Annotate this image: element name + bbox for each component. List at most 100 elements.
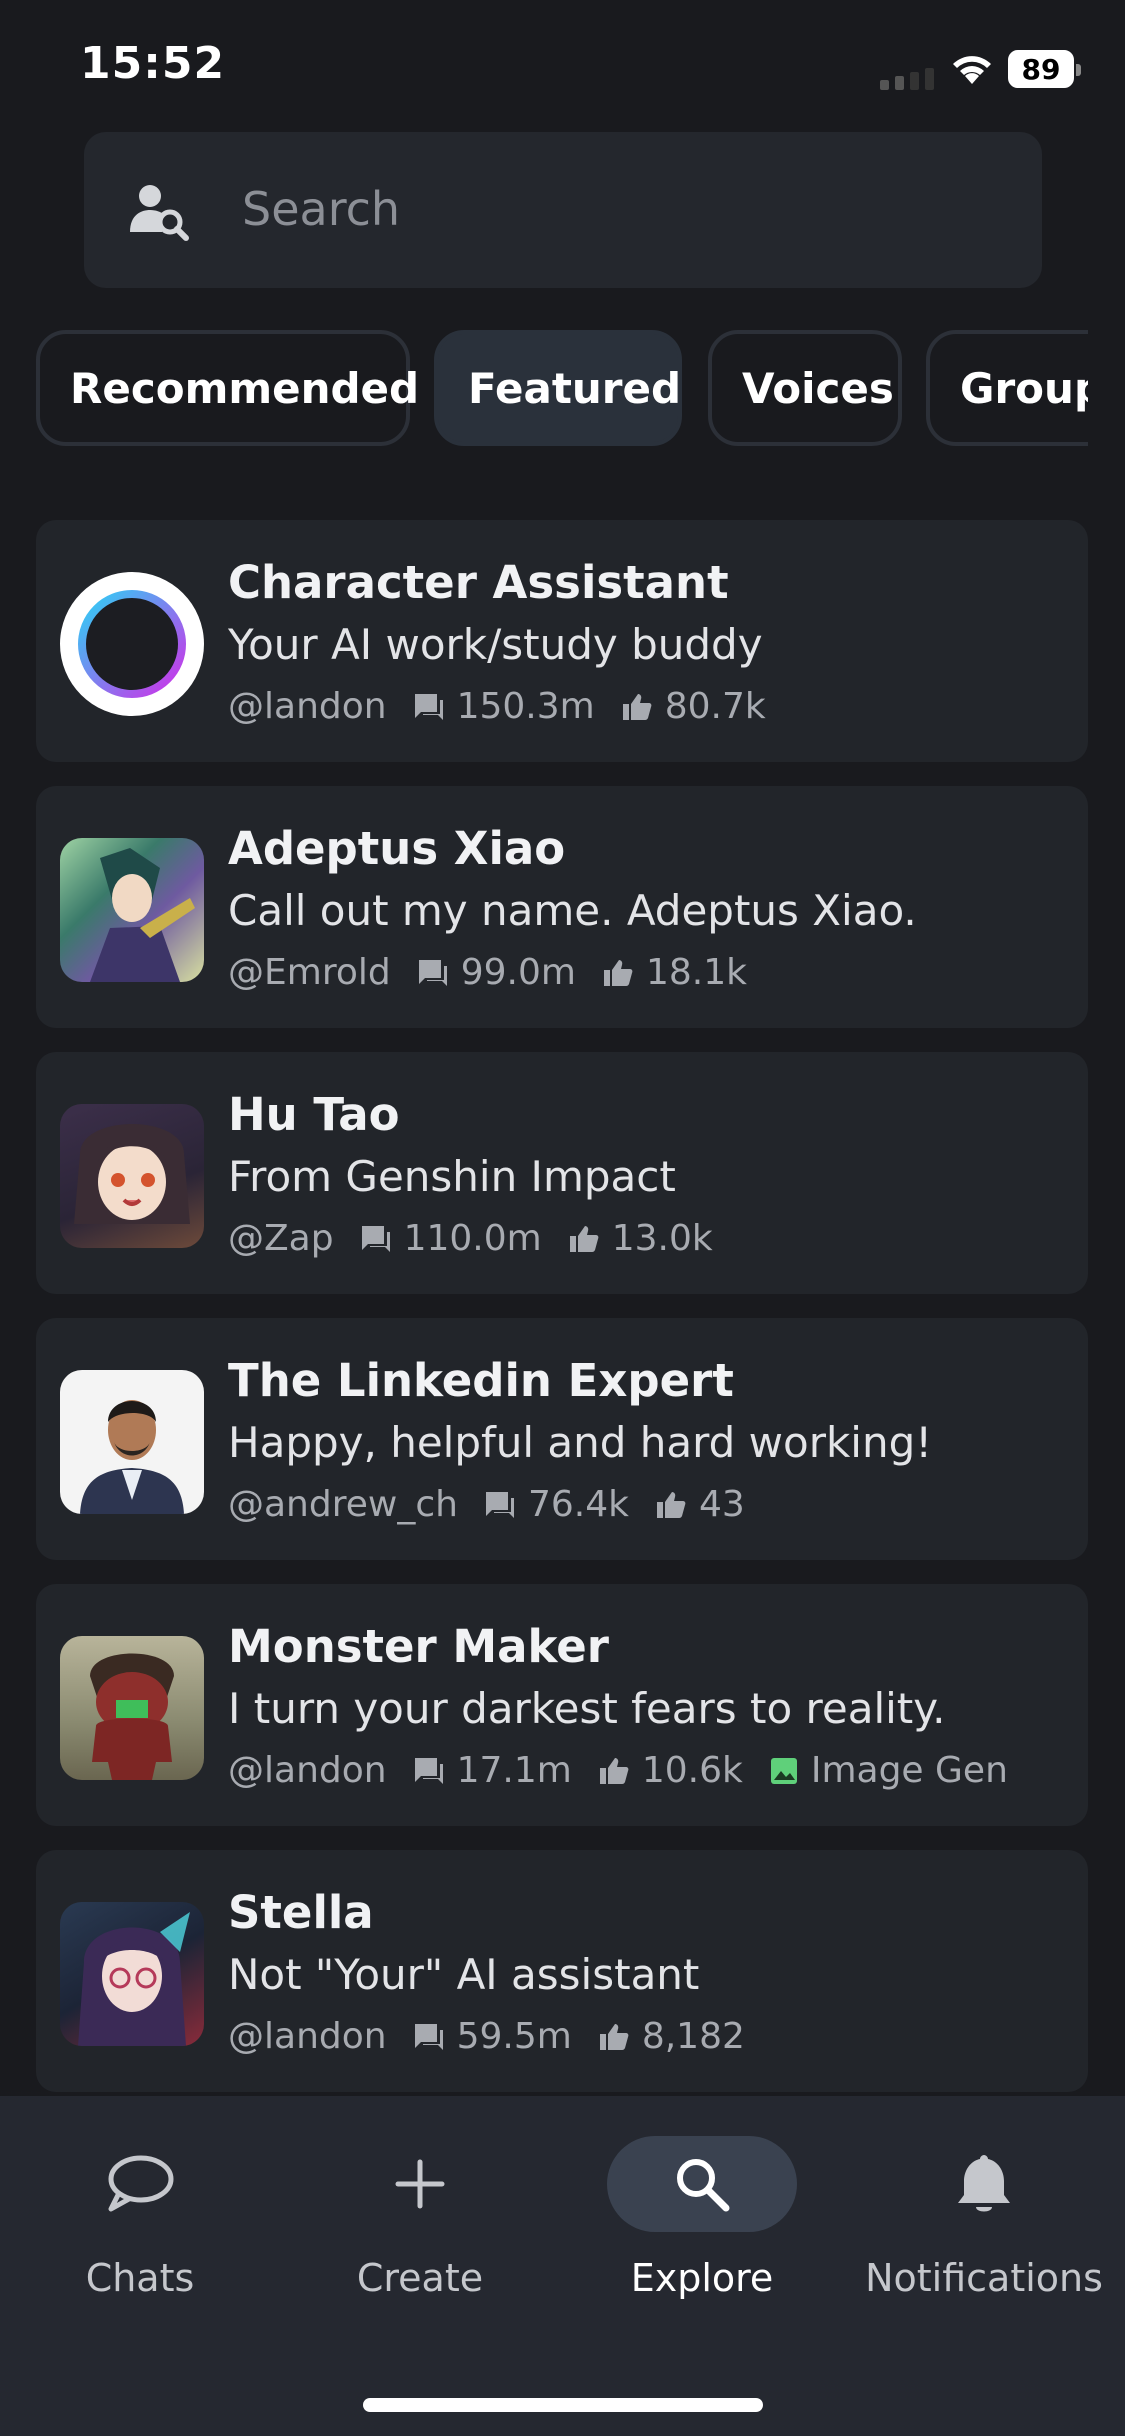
avatar	[60, 838, 204, 982]
character-meta: @andrew_ch 76.4k 43	[228, 1484, 745, 1525]
monster-art-icon	[90, 1653, 174, 1780]
author[interactable]: @landon	[228, 1750, 387, 1791]
like-count: 43	[698, 1484, 745, 1525]
character-meta: @Emrold 99.0m 18.1k	[228, 952, 747, 993]
nav-create[interactable]: Create	[300, 2136, 540, 2336]
character-description: Happy, helpful and hard working!	[228, 1418, 933, 1467]
nav-label: Chats	[85, 2256, 195, 2300]
character-description: From Genshin Impact	[228, 1152, 676, 1201]
chat-count: 17.1m	[456, 1750, 572, 1791]
like-count: 10.6k	[641, 1750, 743, 1791]
chat-count-icon	[414, 2023, 443, 2050]
avatar	[60, 1370, 204, 1514]
anime-portrait-icon	[90, 848, 195, 982]
category-tabs: Recommended Featured Voices Groups	[36, 330, 1088, 448]
character-name: Character Assistant	[228, 556, 729, 609]
avatar	[60, 1104, 204, 1248]
nav-chats[interactable]: Chats	[20, 2136, 260, 2336]
character-name: Adeptus Xiao	[228, 822, 566, 875]
chat-count-icon	[361, 1225, 390, 1252]
nav-icon-wrap	[45, 2136, 235, 2232]
bottom-nav: Chats Create Explore Notifications	[0, 2096, 1125, 2436]
character-card[interactable]: Monster Maker I turn your darkest fears …	[36, 1584, 1088, 1826]
like-count: 8,182	[641, 2016, 745, 2057]
nav-label: Notifications	[865, 2256, 1103, 2300]
bell-icon	[958, 2155, 1010, 2212]
chat-count-icon	[418, 959, 447, 986]
anime-portrait-icon	[78, 1912, 190, 2046]
character-card[interactable]: Adeptus Xiao Call out my name. Adeptus X…	[36, 786, 1088, 1028]
thumbs-up-icon	[569, 1225, 599, 1252]
tab-groups[interactable]: Groups	[926, 330, 1088, 446]
nav-icon-wrap	[889, 2136, 1079, 2232]
tab-recommended[interactable]: Recommended	[36, 330, 419, 446]
nav-icon-wrap	[325, 2136, 515, 2232]
chat-count: 99.0m	[460, 952, 576, 993]
character-description: Your AI work/study buddy	[228, 620, 763, 669]
character-card[interactable]: Stella Not "Your" AI assistant @landon 5…	[36, 1850, 1088, 2092]
author[interactable]: @andrew_ch	[228, 1484, 458, 1525]
author[interactable]: @landon	[228, 2016, 387, 2057]
tab-label: Groups	[960, 363, 1088, 413]
author[interactable]: @Zap	[228, 1218, 334, 1259]
character-meta: @landon 59.5m 8,182	[228, 2016, 745, 2057]
chat-count: 110.0m	[403, 1218, 542, 1259]
chat-count-icon	[485, 1491, 514, 1518]
tab-label: Recommended	[70, 363, 420, 413]
thumbs-up-icon	[599, 2023, 629, 2050]
character-meta: @landon 17.1m 10.6k Image Gen	[228, 1750, 1008, 1791]
battery-icon: 89	[1008, 50, 1081, 88]
author[interactable]: @Emrold	[228, 952, 391, 993]
nav-label: Explore	[630, 2256, 774, 2300]
status-time: 15:52	[80, 38, 226, 89]
nav-icon-wrap	[607, 2136, 797, 2232]
character-name: The Linkedin Expert	[228, 1354, 734, 1407]
home-indicator[interactable]	[363, 2398, 763, 2412]
character-name: Hu Tao	[228, 1088, 400, 1141]
tab-featured[interactable]: Featured	[434, 330, 682, 446]
character-meta: @Zap 110.0m 13.0k	[228, 1218, 713, 1259]
character-card[interactable]: The Linkedin Expert Happy, helpful and h…	[36, 1318, 1088, 1560]
chat-count: 76.4k	[527, 1484, 629, 1525]
nav-explore[interactable]: Explore	[582, 2136, 822, 2336]
ring-logo-icon	[78, 590, 186, 698]
search-bar[interactable]: Search	[84, 132, 1042, 288]
like-count: 18.1k	[645, 952, 747, 993]
chat-count: 150.3m	[456, 686, 595, 727]
like-count: 80.7k	[664, 686, 766, 727]
avatar	[60, 572, 204, 716]
search-icon	[677, 2159, 730, 2212]
character-description: I turn your darkest fears to reality.	[228, 1684, 946, 1733]
character-name: Monster Maker	[228, 1620, 609, 1673]
chat-count: 59.5m	[456, 2016, 572, 2057]
thumbs-up-icon	[622, 693, 652, 720]
character-card[interactable]: Hu Tao From Genshin Impact @Zap 110.0m 1…	[36, 1052, 1088, 1294]
chat-count-icon	[414, 693, 443, 720]
user-search-icon	[130, 185, 189, 241]
character-description: Not "Your" AI assistant	[228, 1950, 700, 1999]
character-description: Call out my name. Adeptus Xiao.	[228, 886, 917, 935]
thumbs-up-icon	[656, 1491, 686, 1518]
anime-portrait-icon	[74, 1124, 190, 1224]
nav-notifications[interactable]: Notifications	[864, 2136, 1104, 2336]
search-input[interactable]: Search	[242, 182, 400, 236]
battery-level: 89	[1021, 52, 1061, 86]
thumbs-up-icon	[599, 1757, 629, 1784]
cellular-signal-icon	[880, 68, 934, 90]
status-bar: 15:52 89	[0, 0, 1125, 130]
tab-label: Voices	[742, 363, 894, 413]
wifi-icon	[953, 56, 991, 84]
character-name: Stella	[228, 1886, 374, 1939]
nav-label: Create	[356, 2256, 484, 2300]
chat-count-icon	[414, 1757, 443, 1784]
tab-label: Featured	[468, 363, 682, 413]
thumbs-up-icon	[603, 959, 633, 986]
image-gen-tag: Image Gen	[810, 1750, 1008, 1791]
character-meta: @landon 150.3m 80.7k	[228, 686, 766, 727]
tab-voices[interactable]: Voices	[708, 330, 902, 446]
author[interactable]: @landon	[228, 686, 387, 727]
avatar	[60, 1636, 204, 1780]
character-card[interactable]: Character Assistant Your AI work/study b…	[36, 520, 1088, 762]
image-gen-icon	[770, 1757, 797, 1784]
chat-bubble-icon	[108, 2155, 174, 2212]
